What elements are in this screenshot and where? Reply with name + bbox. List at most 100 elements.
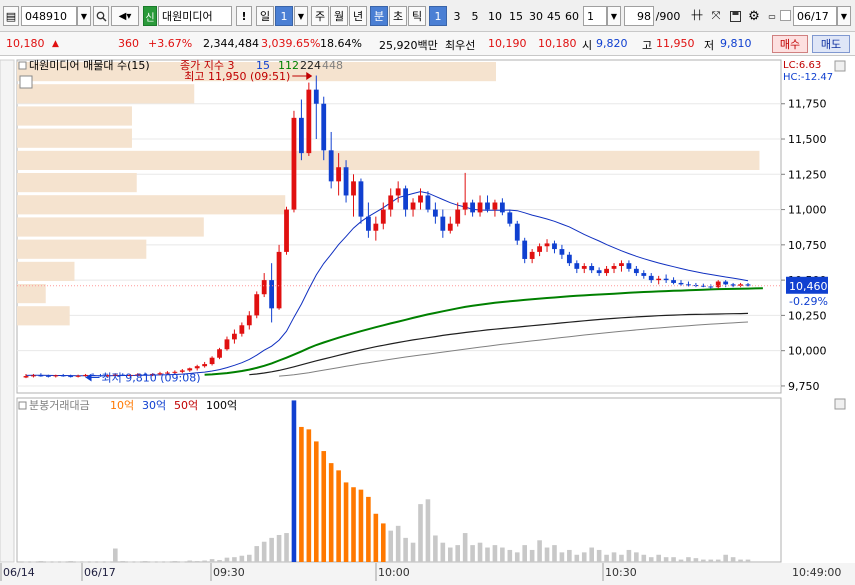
interval-45-button[interactable]: 45	[545, 6, 563, 26]
gear-icon[interactable]: ⚙	[745, 6, 763, 26]
price-legend-1: 15	[256, 59, 270, 72]
candle	[596, 270, 602, 274]
volume-bar	[187, 560, 193, 562]
volume-legend-3: 100억	[206, 399, 237, 412]
interval-15-button[interactable]: 15	[506, 6, 526, 26]
candle	[53, 375, 59, 377]
period-dropdown-icon[interactable]: ▼	[294, 6, 308, 26]
toolbar: ▤ 048910 ▼ ◀▾ 신 대원미디어 ! 일 1 ▼ 주 월 년 분 초 …	[0, 0, 855, 32]
code-dropdown-icon[interactable]: ▼	[77, 6, 91, 26]
candle	[470, 202, 475, 213]
interval-10-button[interactable]: 10	[485, 6, 505, 26]
price-chart-title: 대원미디어 매물대 수(15)	[29, 59, 150, 72]
search-icon[interactable]	[93, 6, 109, 26]
volume-bar	[142, 561, 148, 563]
volume-bar	[261, 541, 267, 562]
candle	[276, 251, 282, 309]
volume-legend-checkbox	[18, 401, 27, 410]
save-icon[interactable]	[727, 6, 743, 26]
candle	[410, 202, 416, 210]
price-tick-label-6: 10,250	[788, 309, 827, 322]
volume-bar	[656, 554, 661, 562]
volume-bar	[500, 547, 505, 562]
candle	[574, 263, 580, 269]
quote-bar: 10,180 ▲ 360 +3.67% 2,344,484 3,039.65% …	[0, 32, 855, 56]
volume-bar	[395, 525, 401, 562]
candle	[611, 266, 617, 269]
buy-button[interactable]: 매수	[772, 35, 808, 53]
volume-bar	[202, 560, 207, 562]
alert-button[interactable]: !	[236, 6, 252, 26]
volume-profile-bar	[17, 217, 204, 237]
year-button[interactable]: 년	[349, 6, 367, 26]
volume-bar	[217, 560, 222, 562]
period-day-button[interactable]: 일	[256, 6, 274, 26]
volume-bar	[366, 496, 371, 562]
minute-button[interactable]: 분	[370, 6, 388, 26]
interval-60-button[interactable]: 60	[563, 6, 581, 26]
volume-bar	[358, 489, 364, 562]
candle	[440, 216, 446, 231]
stock-code-input[interactable]: 048910	[21, 6, 77, 26]
volume-bar	[313, 441, 319, 562]
second-button[interactable]: 초	[389, 6, 407, 26]
left-gutter	[0, 59, 15, 563]
layout-icon[interactable]: ▤	[3, 6, 19, 26]
candle	[663, 278, 669, 281]
volume-bar	[425, 499, 431, 562]
volume-bar	[38, 561, 44, 563]
count-input[interactable]: 98	[624, 6, 654, 26]
expand-icon[interactable]: ▭	[766, 6, 778, 26]
candle	[239, 325, 245, 334]
volume-bar	[224, 557, 230, 562]
candle	[75, 375, 81, 377]
x-tick-label-5: 10:49:00	[792, 566, 841, 579]
interval-30-button[interactable]: 30	[527, 6, 545, 26]
sell-button[interactable]: 매도	[812, 35, 850, 53]
volume-bar	[433, 535, 438, 562]
chart-area[interactable]: 11,75011,50011,25011,00010,75010,50010,2…	[0, 56, 855, 585]
date-input[interactable]: 06/17	[793, 6, 837, 26]
date-checkbox[interactable]	[780, 10, 791, 21]
volume-bar	[276, 534, 282, 562]
stock-name-field[interactable]: 대원미디어	[158, 6, 232, 26]
interval-dropdown-icon[interactable]: ▼	[607, 6, 621, 26]
interval-input[interactable]: 1	[583, 6, 607, 26]
interval-1-button[interactable]: 1	[429, 6, 447, 26]
trade-amount: 25,920백만	[379, 39, 438, 52]
volume-profile-bar	[17, 150, 760, 170]
candle	[187, 368, 193, 371]
ask-price: 10,190	[488, 37, 527, 50]
volume-bar	[581, 552, 587, 562]
week-button[interactable]: 주	[311, 6, 329, 26]
candle	[604, 268, 609, 274]
zoom-icon[interactable]: ⤧	[707, 6, 725, 26]
low-annotation: 최저 9,810 (09:08)	[102, 371, 201, 384]
candle-icon[interactable]: ┼┼	[688, 6, 706, 26]
date-dropdown-icon[interactable]: ▼	[837, 6, 851, 26]
volume-bar	[715, 559, 721, 562]
period-num-button[interactable]: 1	[275, 6, 293, 26]
price-tick-label-1: 11,500	[788, 133, 827, 146]
volume-bar	[403, 537, 408, 562]
volume-bar	[120, 561, 126, 563]
x-tick-label-2: 09:30	[213, 566, 245, 579]
volume-bar	[559, 552, 565, 562]
candle	[581, 266, 587, 269]
candle	[507, 212, 513, 224]
month-button[interactable]: 월	[330, 6, 348, 26]
volume-bar	[135, 561, 140, 563]
candle	[589, 266, 595, 271]
volume-bar	[738, 559, 743, 562]
volume-bar	[693, 558, 699, 562]
volume-bar	[418, 504, 423, 562]
volume-bar	[98, 561, 103, 563]
interval-3-button[interactable]: 3	[449, 6, 465, 26]
speaker-icon[interactable]: ◀▾	[111, 6, 139, 26]
candle	[299, 117, 304, 154]
volume-bar	[529, 549, 535, 562]
interval-5-button[interactable]: 5	[467, 6, 483, 26]
candle	[313, 89, 319, 104]
tick-button[interactable]: 틱	[408, 6, 426, 26]
volume-bar	[686, 557, 691, 562]
